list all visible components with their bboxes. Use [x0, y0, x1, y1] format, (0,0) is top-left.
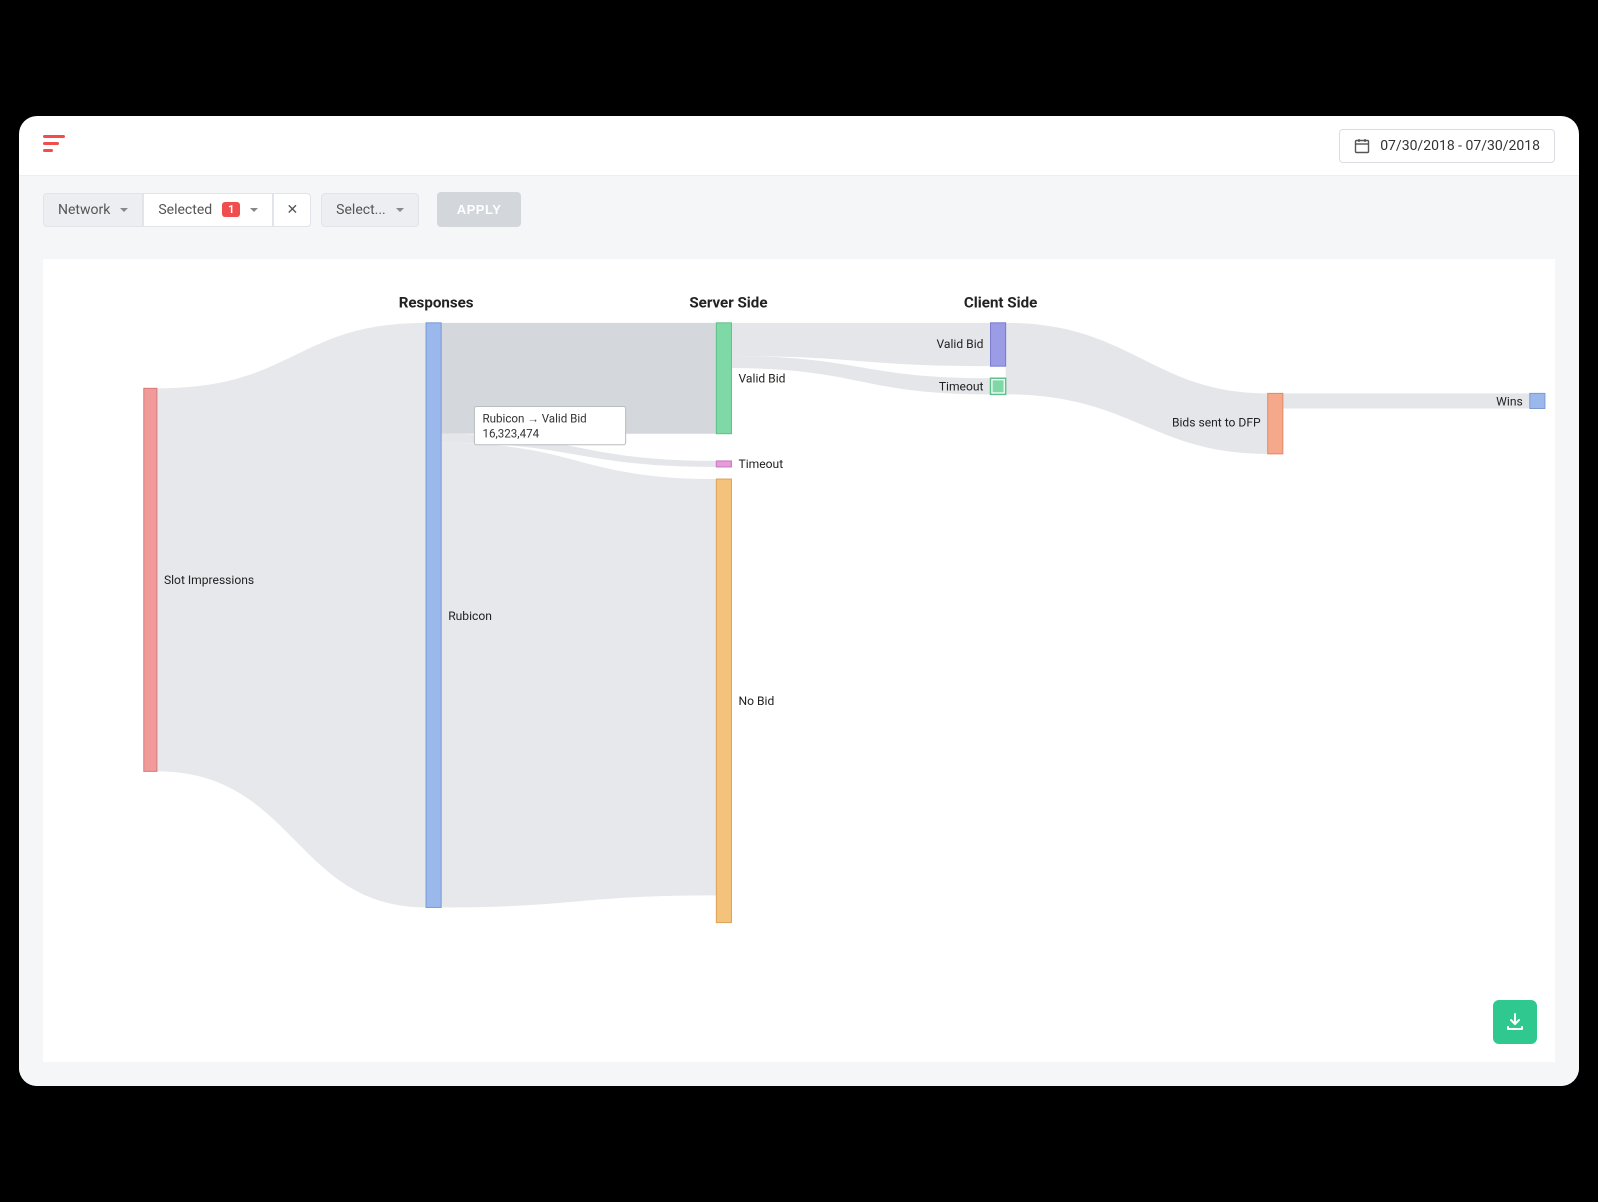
node-cs-timeout-fill	[993, 380, 1004, 392]
node-label-ss-timeout: Timeout	[739, 457, 784, 471]
sankey-chart-card: Responses Server Side Client Side	[43, 259, 1555, 1062]
sankey-svg: Responses Server Side Client Side	[43, 259, 1555, 1062]
app-window: 07/30/2018 - 07/30/2018 Network Selected…	[19, 116, 1579, 1086]
apply-button[interactable]: APPLY	[437, 192, 522, 227]
date-range-text: 07/30/2018 - 07/30/2018	[1380, 138, 1540, 154]
node-rubicon[interactable]	[426, 323, 441, 908]
close-icon: ✕	[286, 202, 298, 218]
select-dropdown[interactable]: Select...	[321, 193, 419, 227]
flow-rubicon-nobid[interactable]	[441, 443, 716, 908]
chevron-down-icon	[250, 208, 258, 212]
filter-clear-button[interactable]: ✕	[273, 193, 311, 227]
app-logo	[43, 135, 65, 157]
date-range-picker[interactable]: 07/30/2018 - 07/30/2018	[1339, 129, 1555, 163]
node-label-cs-timeout: Timeout	[939, 379, 984, 393]
selected-count-badge: 1	[222, 202, 240, 217]
select-placeholder: Select...	[336, 202, 386, 218]
calendar-icon	[1354, 138, 1370, 154]
node-label-bids-dfp: Bids sent to DFP	[1172, 416, 1261, 430]
node-cs-validbid[interactable]	[991, 323, 1006, 366]
selected-label: Selected	[158, 202, 212, 218]
filter-group-network: Network Selected 1 ✕	[43, 193, 311, 227]
node-label-wins: Wins	[1496, 394, 1523, 408]
chart-container: Responses Server Side Client Side	[19, 243, 1579, 1086]
flow-client-bidsdfp[interactable]	[1006, 323, 1268, 454]
node-slot-impressions[interactable]	[144, 388, 157, 771]
chevron-down-icon	[396, 208, 404, 212]
tooltip-line1: Rubicon → Valid Bid	[482, 412, 586, 426]
node-wins[interactable]	[1530, 393, 1545, 408]
node-bids-dfp[interactable]	[1268, 393, 1283, 453]
filter-bar: Network Selected 1 ✕ Select... APPLY	[19, 176, 1579, 243]
col-title-responses: Responses	[399, 294, 474, 312]
selected-dropdown[interactable]: Selected 1	[143, 193, 273, 227]
node-label-cs-valid: Valid Bid	[937, 337, 984, 351]
tooltip-line2: 16,323,474	[482, 427, 539, 441]
logo-icon	[43, 135, 65, 153]
flow-slot-rubicon[interactable]	[157, 323, 426, 908]
col-title-client-side: Client Side	[964, 294, 1037, 312]
topbar: 07/30/2018 - 07/30/2018	[19, 116, 1579, 176]
network-label: Network	[58, 202, 110, 218]
node-label-ss-nobid: No Bid	[739, 694, 775, 708]
download-button[interactable]	[1493, 1000, 1537, 1044]
node-ss-nobid[interactable]	[716, 479, 731, 923]
download-icon	[1505, 1012, 1525, 1032]
node-ss-timeout[interactable]	[716, 461, 731, 467]
node-label-rubicon: Rubicon	[448, 609, 492, 623]
node-ss-validbid[interactable]	[716, 323, 731, 434]
flow-bids-wins[interactable]	[1283, 393, 1530, 408]
col-title-server-side: Server Side	[689, 294, 767, 312]
node-label-slot: Slot Impressions	[164, 573, 254, 587]
chevron-down-icon	[120, 208, 128, 212]
node-label-ss-valid: Valid Bid	[739, 371, 786, 385]
network-dropdown[interactable]: Network	[43, 193, 143, 227]
